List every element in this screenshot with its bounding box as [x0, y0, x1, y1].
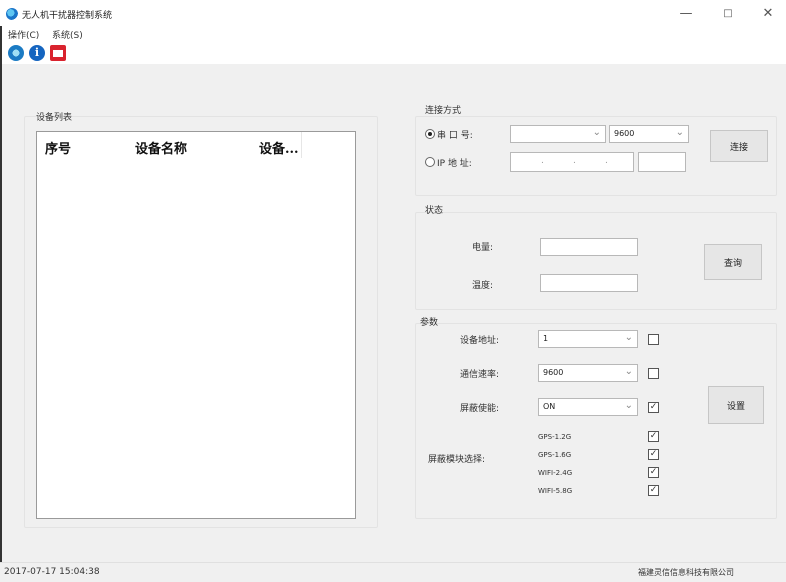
- module-gps-1-6g-label: GPS-1.6G: [538, 451, 572, 459]
- device-address-label: 设备地址:: [460, 336, 500, 346]
- info-icon[interactable]: i: [29, 45, 45, 61]
- menu-operate[interactable]: 操作(C): [8, 28, 39, 41]
- ip-radio[interactable]: [425, 157, 435, 167]
- company-text: 福建灵信信息科技有限公司: [638, 568, 734, 577]
- status-title: 状态: [425, 206, 444, 216]
- temperature-field: [540, 274, 638, 292]
- battery-label: 电量:: [472, 243, 494, 253]
- window-edge: [0, 26, 2, 562]
- module-select-label: 屏蔽模块选择:: [428, 455, 486, 465]
- exit-icon[interactable]: [50, 45, 66, 61]
- column-header-name[interactable]: 设备名称: [135, 138, 187, 157]
- column-divider[interactable]: [301, 132, 302, 158]
- baud-rate-select[interactable]: 9600 ⌄: [538, 364, 638, 382]
- connection-baud-select[interactable]: 9600 ⌄: [609, 125, 689, 143]
- maximize-button[interactable]: □: [718, 8, 738, 19]
- menu-bar: 操作(C) 系统(S): [0, 26, 786, 42]
- window-title: 无人机干扰器控制系统: [22, 11, 113, 21]
- device-list-table[interactable]: 序号 设备名称 设备...: [36, 131, 356, 519]
- module-wifi-2-4g-checkbox[interactable]: ✓: [648, 467, 659, 478]
- ip-address-input[interactable]: . . .: [510, 152, 634, 172]
- ip-label: IP 地 址:: [437, 159, 472, 169]
- shield-enable-select[interactable]: ON ⌄: [538, 398, 638, 416]
- serial-radio[interactable]: [425, 129, 435, 139]
- battery-field: [540, 238, 638, 256]
- module-wifi-5-8g-checkbox[interactable]: ✓: [648, 485, 659, 496]
- serial-port-select[interactable]: ⌄: [510, 125, 606, 143]
- status-bar: 2017-07-17 15:04:38 福建灵信信息科技有限公司: [0, 562, 786, 582]
- module-wifi-5-8g-label: WIFI-5.8G: [538, 487, 573, 495]
- module-gps-1-2g-checkbox[interactable]: ✓: [648, 431, 659, 442]
- device-address-select[interactable]: 1 ⌄: [538, 330, 638, 348]
- close-button[interactable]: ✕: [758, 6, 778, 21]
- toolbar: i: [0, 42, 786, 64]
- connect-button[interactable]: 连接: [710, 130, 768, 162]
- datetime-text: 2017-07-17 15:04:38: [4, 567, 100, 577]
- menu-system[interactable]: 系统(S): [52, 28, 83, 41]
- column-header-device[interactable]: 设备...: [259, 138, 299, 157]
- shield-enable-label: 屏蔽使能:: [460, 404, 500, 414]
- temperature-label: 温度:: [472, 281, 494, 291]
- params-title: 参数: [420, 318, 439, 328]
- minimize-button[interactable]: —: [676, 6, 696, 21]
- set-button[interactable]: 设置: [708, 386, 764, 424]
- module-wifi-2-4g-label: WIFI-2.4G: [538, 469, 573, 477]
- serial-label: 串 口 号:: [437, 131, 473, 141]
- device-address-checkbox[interactable]: [648, 334, 659, 345]
- shield-enable-checkbox[interactable]: ✓: [648, 402, 659, 413]
- query-button[interactable]: 查询: [704, 244, 762, 280]
- module-gps-1-2g-label: GPS-1.2G: [538, 433, 572, 441]
- ip-port-input[interactable]: [638, 152, 686, 172]
- device-list-title: 设备列表: [36, 113, 73, 123]
- title-bar: 无人机干扰器控制系统 — □ ✕: [0, 0, 786, 26]
- refresh-icon[interactable]: [8, 45, 24, 61]
- baud-rate-checkbox[interactable]: [648, 368, 659, 379]
- connection-title: 连接方式: [425, 106, 462, 116]
- baud-rate-label: 通信速率:: [460, 370, 500, 380]
- app-logo-icon: [6, 8, 18, 20]
- module-gps-1-6g-checkbox[interactable]: ✓: [648, 449, 659, 460]
- column-header-index[interactable]: 序号: [45, 138, 71, 157]
